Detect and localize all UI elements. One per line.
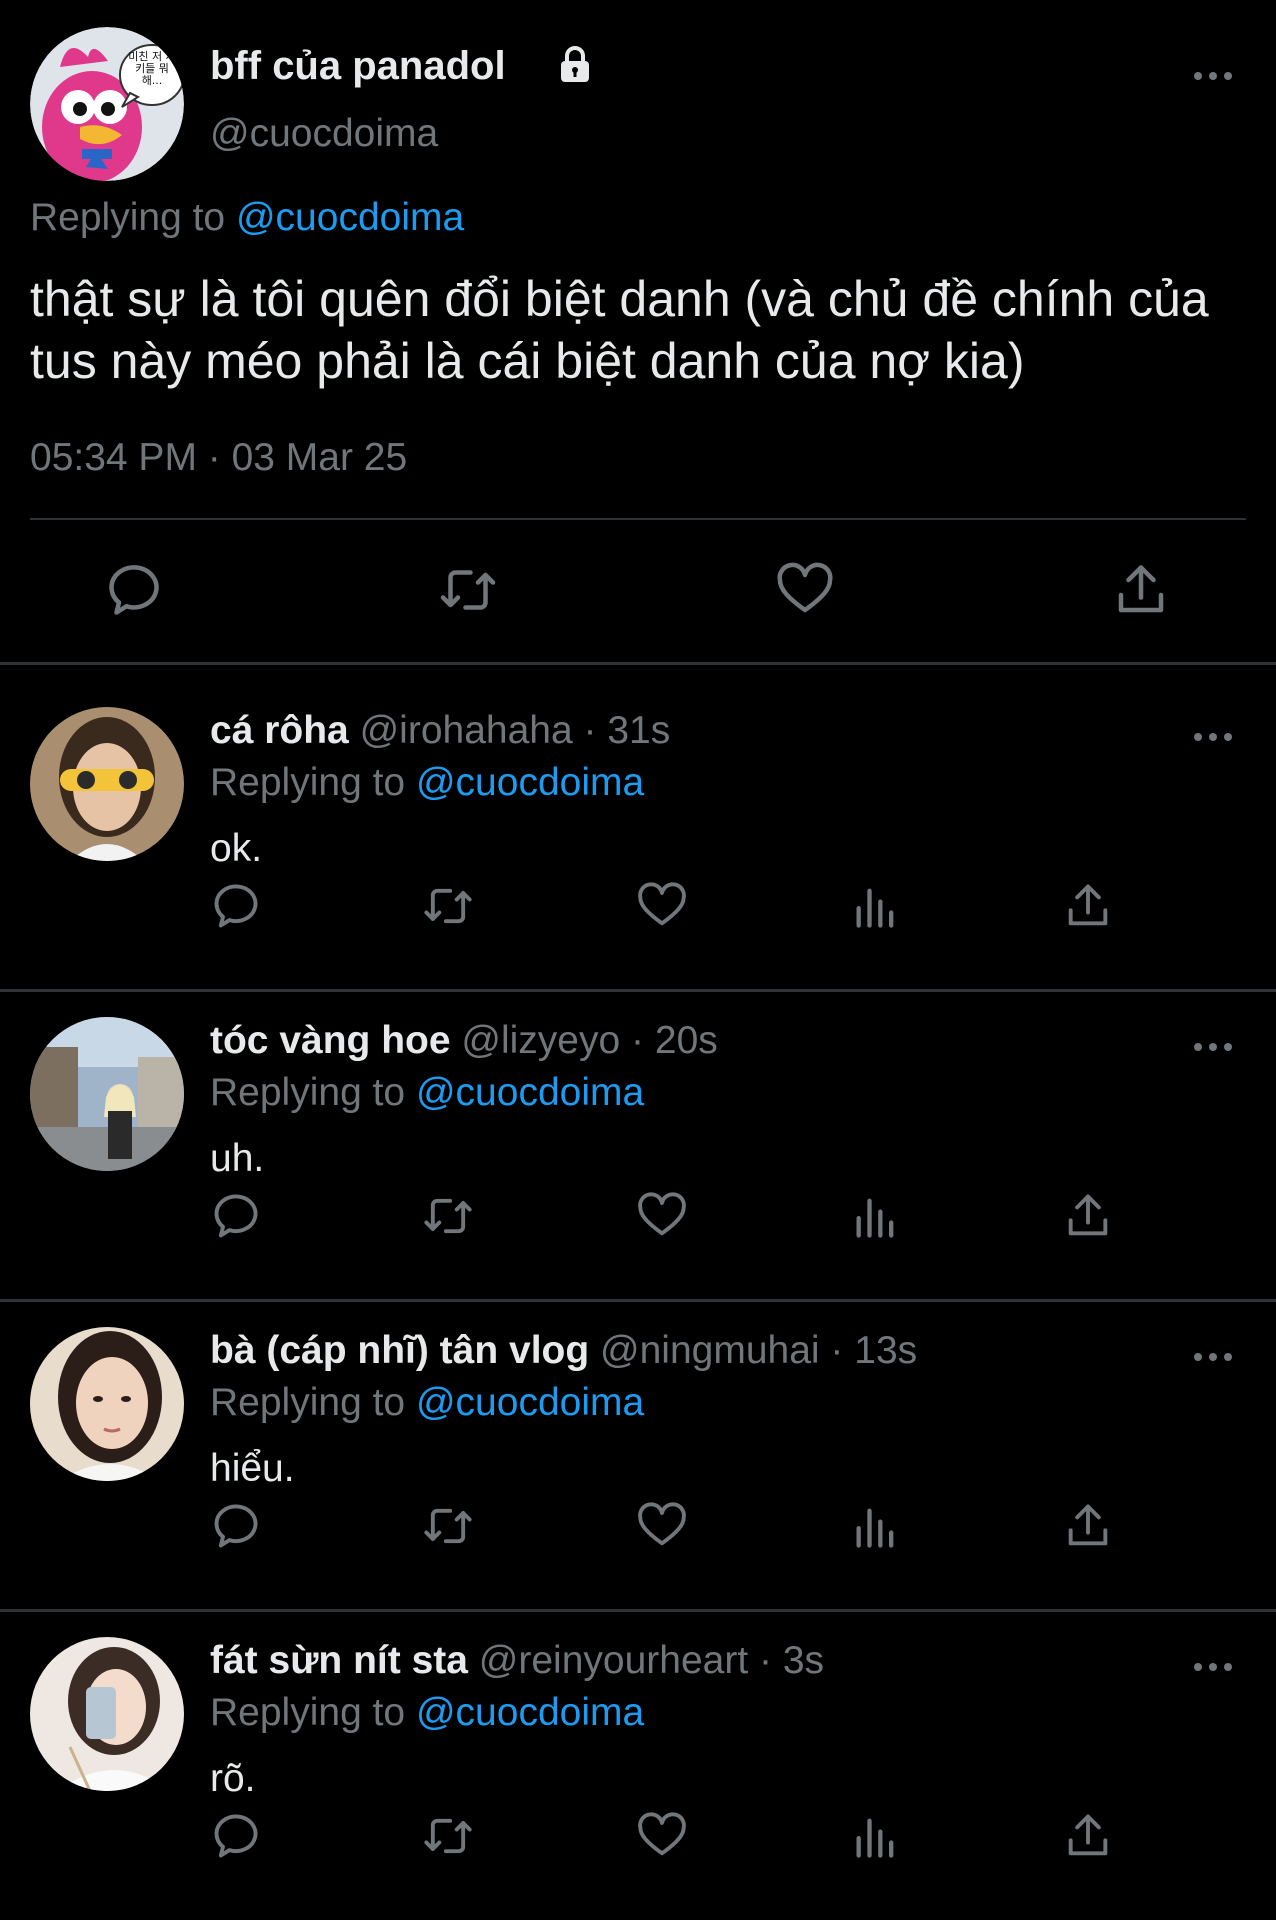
main-tweet-timestamp[interactable]: 05:34 PM · 03 Mar 25 [30, 436, 407, 480]
avatar-image [30, 1327, 184, 1481]
reply-text: uh. [210, 1137, 265, 1180]
replying-prefix: Replying to [30, 196, 226, 239]
reply-text: hiểu. [210, 1447, 295, 1490]
reply-replying-line: Replying to @cuocdoima [210, 1071, 644, 1115]
replying-to-link[interactable]: @cuocdoima [416, 1381, 644, 1424]
reply-time[interactable]: 20s [655, 1019, 718, 1062]
reply-display-name[interactable]: bà (cáp nhĩ) tân vlog [210, 1329, 589, 1372]
retweet-icon[interactable] [422, 1810, 474, 1862]
views-icon[interactable] [850, 1810, 902, 1862]
reply-tweet[interactable]: tóc vàng hoe @lizyeyo · 20s Replying to … [0, 975, 1276, 1283]
replying-to-link[interactable]: @cuocdoima [416, 761, 644, 804]
views-icon[interactable] [850, 1500, 902, 1552]
retweet-icon[interactable] [422, 880, 474, 932]
main-tweet: 미친 저 새키들 뭐해... bff của panadol @cuocdoim… [0, 0, 1276, 662]
share-icon[interactable] [1062, 1190, 1114, 1242]
replying-to-link[interactable]: @cuocdoima [236, 196, 464, 239]
reply-icon[interactable] [210, 1810, 262, 1862]
reply-tweet[interactable]: cá rôha @irohahaha · 31s Replying to @cu… [0, 665, 1276, 973]
avatar-image [30, 1017, 184, 1171]
separator-dot: · [583, 709, 597, 752]
divider [30, 518, 1246, 520]
separator-dot: · [631, 1019, 645, 1062]
separator-dot: · [830, 1329, 844, 1372]
replying-prefix: Replying to [210, 1381, 406, 1424]
like-icon[interactable] [775, 560, 835, 620]
reply-header: fát sừn nít sta @reinyourheart · 3s [210, 1639, 824, 1683]
share-icon[interactable] [1111, 560, 1171, 620]
reply-icon[interactable] [210, 880, 262, 932]
reply-text: rõ. [210, 1757, 256, 1800]
reply-icon[interactable] [104, 560, 164, 620]
avatar-image [30, 1637, 184, 1791]
replying-to-link[interactable]: @cuocdoima [416, 1071, 644, 1114]
main-tweet-handle[interactable]: @cuocdoima [210, 112, 438, 156]
reply-tweet[interactable]: fát sừn nít sta @reinyourheart · 3s Repl… [0, 1595, 1276, 1903]
reply-icon[interactable] [210, 1500, 262, 1552]
more-options-icon[interactable] [1190, 1653, 1236, 1681]
reply-handle[interactable]: @lizyeyo [461, 1019, 620, 1062]
reply-display-name[interactable]: fát sừn nít sta [210, 1639, 468, 1682]
views-icon[interactable] [850, 880, 902, 932]
like-icon[interactable] [636, 1190, 688, 1242]
retweet-icon[interactable] [438, 560, 498, 620]
replying-prefix: Replying to [210, 1071, 406, 1114]
reply-avatar[interactable] [30, 1327, 184, 1481]
reply-time[interactable]: 13s [854, 1329, 917, 1372]
reply-handle[interactable]: @irohahaha [360, 709, 573, 752]
reply-avatar[interactable] [30, 1017, 184, 1171]
more-options-icon[interactable] [1190, 1343, 1236, 1371]
reply-header: bà (cáp nhĩ) tân vlog @ningmuhai · 13s [210, 1329, 917, 1373]
reply-display-name[interactable]: tóc vàng hoe [210, 1019, 451, 1062]
reply-time[interactable]: 3s [783, 1639, 824, 1682]
main-tweet-display-name[interactable]: bff của panadol [210, 44, 506, 89]
reply-display-name[interactable]: cá rôha [210, 709, 349, 752]
reply-avatar[interactable] [30, 707, 184, 861]
share-icon[interactable] [1062, 880, 1114, 932]
reply-handle[interactable]: @reinyourheart [479, 1639, 748, 1682]
like-icon[interactable] [636, 1500, 688, 1552]
retweet-icon[interactable] [422, 1190, 474, 1242]
avatar-image [30, 707, 184, 861]
replying-prefix: Replying to [210, 761, 406, 804]
share-icon[interactable] [1062, 1500, 1114, 1552]
reply-handle[interactable]: @ningmuhai [600, 1329, 820, 1372]
reply-text: ok. [210, 827, 263, 870]
share-icon[interactable] [1062, 1810, 1114, 1862]
reply-replying-line: Replying to @cuocdoima [210, 1691, 644, 1735]
reply-header: cá rôha @irohahaha · 31s [210, 709, 670, 753]
reply-replying-line: Replying to @cuocdoima [210, 761, 644, 805]
reply-replying-line: Replying to @cuocdoima [210, 1381, 644, 1425]
reply-avatar[interactable] [30, 1637, 184, 1791]
like-icon[interactable] [636, 880, 688, 932]
main-tweet-text: thật sự là tôi quên đổi biệt danh (và ch… [30, 271, 1209, 389]
like-icon[interactable] [636, 1810, 688, 1862]
main-tweet-avatar[interactable]: 미친 저 새키들 뭐해... [30, 27, 184, 181]
separator-dot: · [759, 1639, 773, 1682]
replying-to-link[interactable]: @cuocdoima [416, 1691, 644, 1734]
lock-icon [555, 44, 595, 84]
avatar-speech-bubble-text: 미친 저 새키들 뭐해... [128, 50, 176, 87]
more-options-icon[interactable] [1190, 1033, 1236, 1061]
replying-prefix: Replying to [210, 1691, 406, 1734]
main-tweet-replying-line: Replying to @cuocdoima [30, 196, 464, 240]
reply-icon[interactable] [210, 1190, 262, 1242]
retweet-icon[interactable] [422, 1500, 474, 1552]
reply-time[interactable]: 31s [607, 709, 670, 752]
views-icon[interactable] [850, 1190, 902, 1242]
more-options-icon[interactable] [1190, 62, 1236, 90]
reply-header: tóc vàng hoe @lizyeyo · 20s [210, 1019, 718, 1063]
more-options-icon[interactable] [1190, 723, 1236, 751]
reply-tweet[interactable]: bà (cáp nhĩ) tân vlog @ningmuhai · 13s R… [0, 1285, 1276, 1593]
